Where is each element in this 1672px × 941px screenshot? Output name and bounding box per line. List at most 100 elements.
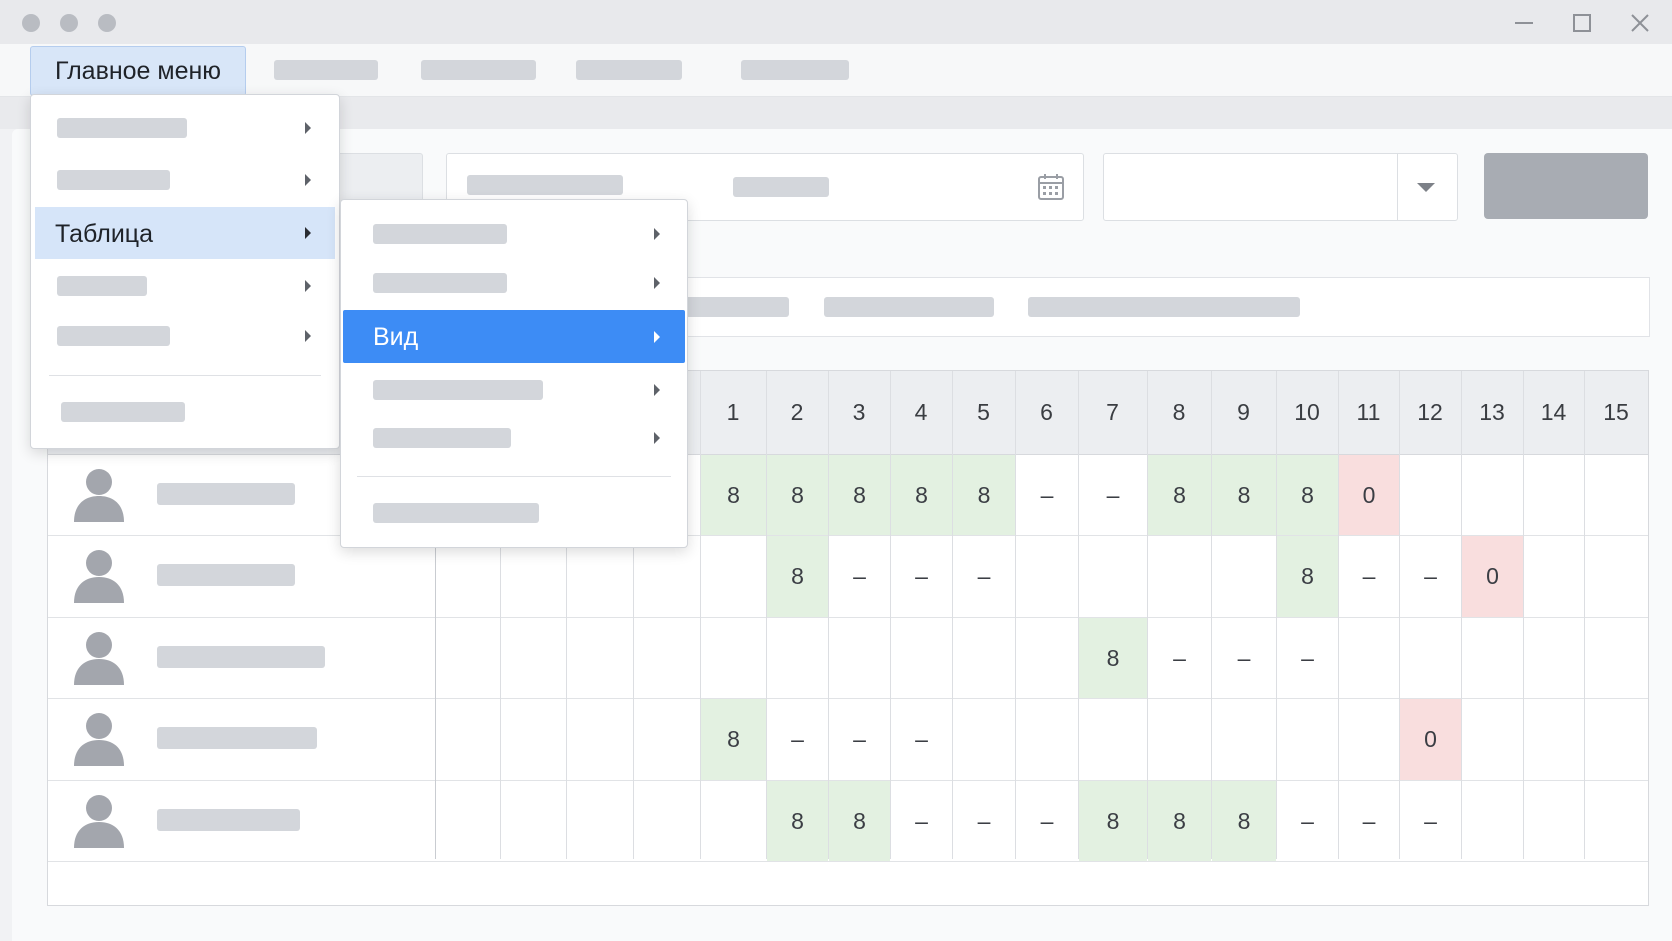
tab[interactable] <box>671 297 789 317</box>
day-cell[interactable] <box>829 618 890 698</box>
day-cell[interactable] <box>1277 699 1338 779</box>
day-cell[interactable] <box>701 536 766 616</box>
day-cell[interactable] <box>1400 455 1461 535</box>
day-cell[interactable]: 8 <box>1212 455 1276 536</box>
day-cell[interactable]: – <box>1016 455 1078 535</box>
employee-cell[interactable] <box>48 698 435 779</box>
submenu-item[interactable] <box>343 368 685 412</box>
day-cell[interactable] <box>1462 699 1523 779</box>
day-cell[interactable]: – <box>1339 536 1399 616</box>
tab[interactable] <box>1028 297 1300 317</box>
day-cell[interactable]: – <box>891 781 952 861</box>
submenu-item[interactable] <box>343 490 685 534</box>
tab[interactable] <box>824 297 994 317</box>
menubar-item[interactable] <box>741 60 849 80</box>
day-cell[interactable]: – <box>891 536 952 616</box>
menu-item-table[interactable]: Таблица <box>35 207 335 259</box>
day-cell[interactable] <box>1585 455 1648 535</box>
day-cell[interactable] <box>701 618 766 698</box>
day-cell[interactable] <box>1212 536 1276 616</box>
window-close-dot[interactable] <box>22 14 40 32</box>
menu-item[interactable] <box>35 313 335 359</box>
minimize-icon[interactable] <box>1513 12 1535 34</box>
action-button[interactable] <box>1484 153 1648 219</box>
day-cell[interactable] <box>767 618 828 698</box>
day-cell[interactable] <box>1079 536 1147 616</box>
window-minimize-dot[interactable] <box>60 14 78 32</box>
day-cell[interactable] <box>1016 536 1078 616</box>
day-cell[interactable]: 8 <box>1277 536 1338 617</box>
day-cell[interactable]: – <box>1339 781 1399 861</box>
submenu-item[interactable] <box>343 416 685 460</box>
main-menu-button[interactable]: Главное меню <box>30 46 246 96</box>
day-cell[interactable] <box>1524 618 1584 698</box>
day-cell[interactable] <box>1524 536 1584 616</box>
day-cell[interactable]: – <box>891 699 952 779</box>
day-cell[interactable] <box>1585 699 1648 779</box>
day-cell[interactable]: 8 <box>1079 780 1147 861</box>
day-cell[interactable]: – <box>1148 618 1211 698</box>
day-cell[interactable] <box>701 781 766 861</box>
maximize-icon[interactable] <box>1571 12 1593 34</box>
day-cell[interactable] <box>953 618 1015 698</box>
submenu-item-view[interactable]: Вид <box>343 310 685 363</box>
day-cell[interactable] <box>1016 699 1078 779</box>
day-cell[interactable]: – <box>1400 781 1461 861</box>
menu-item[interactable] <box>35 157 335 203</box>
day-cell[interactable]: 8 <box>891 455 952 536</box>
day-cell[interactable] <box>891 618 952 698</box>
day-cell[interactable]: 8 <box>767 536 828 617</box>
day-cell[interactable]: 8 <box>1277 455 1338 536</box>
menubar-item[interactable] <box>576 60 682 80</box>
day-cell[interactable] <box>1585 536 1648 616</box>
day-cell[interactable]: – <box>1277 781 1338 861</box>
day-cell[interactable]: 8 <box>829 780 890 861</box>
employee-cell[interactable] <box>48 780 435 861</box>
menu-item[interactable] <box>35 390 335 436</box>
day-cell[interactable] <box>1585 781 1648 861</box>
day-cell[interactable]: 8 <box>829 455 890 536</box>
day-cell[interactable] <box>1079 699 1147 779</box>
day-cell[interactable] <box>1400 618 1461 698</box>
day-cell[interactable] <box>953 699 1015 779</box>
day-cell[interactable]: – <box>829 699 890 779</box>
menubar-item[interactable] <box>274 60 378 80</box>
day-cell[interactable]: – <box>953 536 1015 616</box>
day-cell[interactable]: – <box>1277 618 1338 698</box>
day-cell[interactable]: – <box>1400 536 1461 616</box>
day-cell[interactable]: 0 <box>1339 455 1399 536</box>
day-cell[interactable] <box>1339 618 1399 698</box>
day-cell[interactable] <box>1524 781 1584 861</box>
day-cell[interactable]: 8 <box>1212 780 1276 861</box>
submenu-item[interactable] <box>343 261 685 305</box>
day-cell[interactable]: 0 <box>1462 536 1523 617</box>
window-zoom-dot[interactable] <box>98 14 116 32</box>
day-cell[interactable] <box>1462 781 1523 861</box>
employee-cell[interactable] <box>48 617 435 698</box>
submenu-item[interactable] <box>343 212 685 256</box>
day-cell[interactable]: 8 <box>1148 455 1211 536</box>
day-cell[interactable]: 8 <box>1148 780 1211 861</box>
select-dropdown[interactable] <box>1103 153 1458 221</box>
day-cell[interactable] <box>1339 699 1399 779</box>
day-cell[interactable]: – <box>767 699 828 779</box>
day-cell[interactable] <box>1585 618 1648 698</box>
day-cell[interactable]: 8 <box>953 455 1015 536</box>
day-cell[interactable]: – <box>953 781 1015 861</box>
day-cell[interactable] <box>1016 618 1078 698</box>
day-cell[interactable]: – <box>829 536 890 616</box>
calendar-icon[interactable] <box>1036 172 1066 202</box>
day-cell[interactable] <box>1212 699 1276 779</box>
day-cell[interactable]: 8 <box>767 780 828 861</box>
day-cell[interactable]: – <box>1212 618 1276 698</box>
day-cell[interactable] <box>1524 455 1584 535</box>
day-cell[interactable] <box>1148 536 1211 616</box>
day-cell[interactable]: – <box>1016 781 1078 861</box>
day-cell[interactable]: 8 <box>701 699 766 780</box>
menu-item[interactable] <box>35 263 335 309</box>
day-cell[interactable]: 0 <box>1400 699 1461 780</box>
day-cell[interactable] <box>1148 699 1211 779</box>
day-cell[interactable] <box>1462 618 1523 698</box>
menu-item[interactable] <box>35 105 335 151</box>
close-icon[interactable] <box>1629 12 1651 34</box>
